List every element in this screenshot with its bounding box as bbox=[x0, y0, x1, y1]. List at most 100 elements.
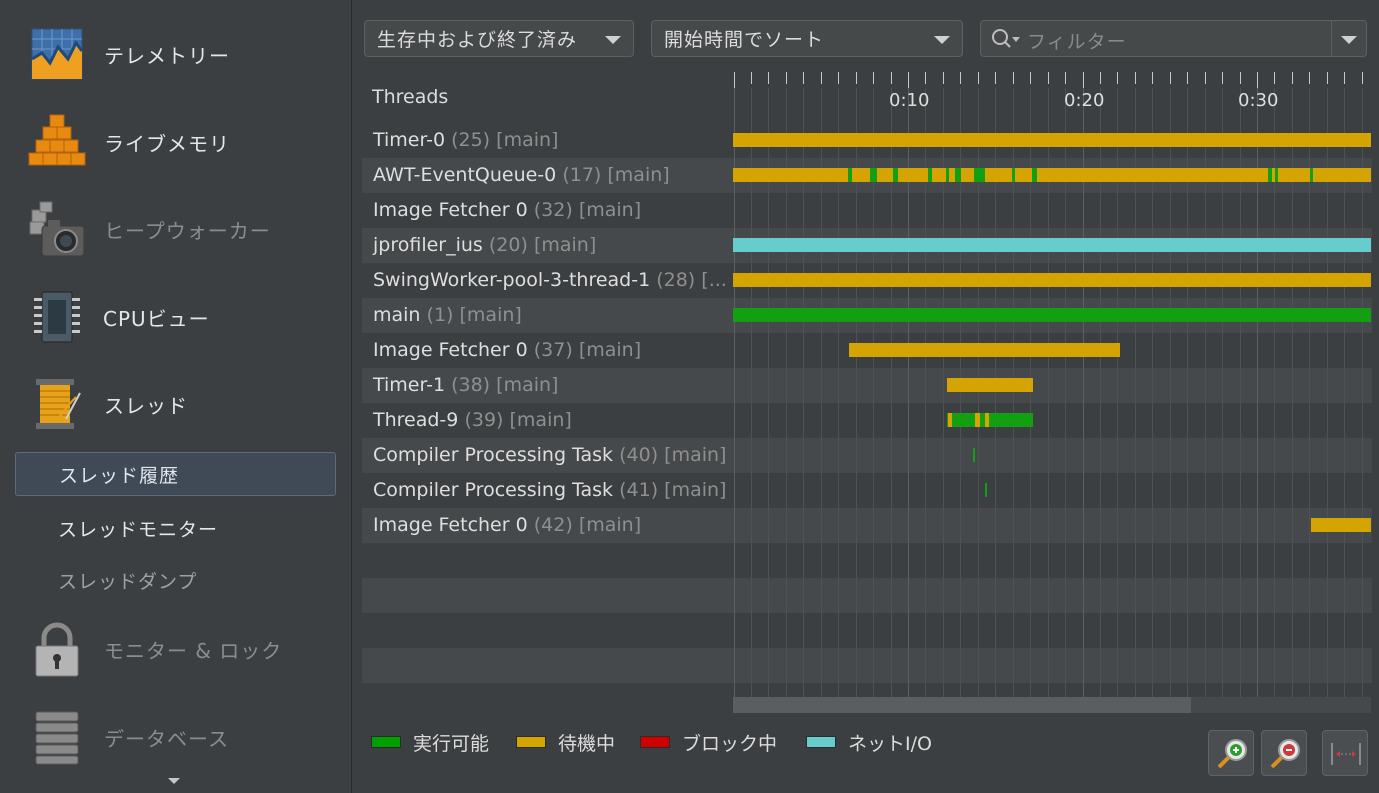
sidebar-item-live-memory[interactable]: ライブメモリ bbox=[0, 102, 351, 182]
chevron-down-icon[interactable] bbox=[1341, 36, 1357, 44]
thread-name: Image Fetcher 0 (37) [main] bbox=[373, 339, 641, 361]
time-tick bbox=[1083, 72, 1084, 88]
time-tick bbox=[1030, 72, 1031, 84]
live-memory-icon bbox=[28, 114, 86, 166]
filter-input[interactable]: フィルター bbox=[980, 20, 1367, 57]
thread-name-text: Compiler Processing Task bbox=[373, 444, 614, 466]
sidebar-scroll-down-icon[interactable] bbox=[168, 778, 180, 784]
thread-state-bar[interactable] bbox=[733, 308, 1371, 322]
sidebar-item-cpu-view[interactable]: CPUビュー bbox=[0, 277, 351, 357]
timeline-area[interactable]: 0:10 0:20 0:30 bbox=[733, 70, 1371, 697]
horizontal-scrollbar[interactable] bbox=[733, 697, 1371, 713]
zoom-in-icon bbox=[1217, 739, 1247, 769]
thread-id: (42) bbox=[533, 514, 573, 536]
time-tick bbox=[891, 72, 892, 84]
sidebar-item-label: モニター & ロック bbox=[104, 638, 283, 663]
thread-group: [main] bbox=[459, 304, 522, 326]
filter-placeholder: フィルター bbox=[1027, 31, 1127, 53]
thread-state-bar[interactable] bbox=[947, 413, 1033, 427]
thread-id: (25) bbox=[451, 129, 491, 151]
time-tick bbox=[1222, 72, 1223, 84]
sidebar-subitem-thread-dump[interactable]: スレッドダンプ bbox=[15, 558, 336, 602]
zoom-in-button[interactable] bbox=[1208, 730, 1254, 776]
time-tick bbox=[1274, 72, 1275, 84]
sidebar-subitem-thread-monitor[interactable]: スレッドモニター bbox=[15, 506, 336, 550]
time-tick bbox=[821, 72, 822, 84]
thread-name-text: Compiler Processing Task bbox=[373, 479, 614, 501]
chevron-down-icon bbox=[934, 36, 950, 44]
thread-state-bar[interactable] bbox=[946, 168, 949, 182]
fit-to-window-button[interactable] bbox=[1322, 730, 1368, 776]
time-tick bbox=[734, 72, 735, 88]
legend-swatch bbox=[806, 736, 836, 748]
thread-state-bar[interactable] bbox=[1310, 168, 1313, 182]
time-tick bbox=[856, 72, 857, 84]
thread-state-bar[interactable] bbox=[975, 413, 980, 427]
thread-state-bar[interactable] bbox=[733, 273, 1371, 287]
thread-name-text: main bbox=[373, 304, 421, 326]
thread-state-bar[interactable] bbox=[849, 343, 1120, 357]
thread-state-bar[interactable] bbox=[985, 413, 989, 427]
thread-id: (38) bbox=[451, 374, 491, 396]
sort-value: 開始時間でソート bbox=[664, 29, 825, 51]
threads-column-header[interactable]: Threads bbox=[372, 86, 448, 108]
time-tick bbox=[1048, 72, 1049, 84]
thread-id: (39) bbox=[464, 409, 504, 431]
time-tick bbox=[1170, 72, 1171, 84]
thread-state-bar[interactable] bbox=[733, 133, 1371, 147]
thread-group: [main] bbox=[664, 479, 727, 501]
time-tick bbox=[803, 72, 804, 84]
thread-state-bar[interactable] bbox=[1268, 168, 1272, 182]
time-tick bbox=[1117, 72, 1118, 84]
sidebar-item-databases[interactable]: データベース bbox=[0, 697, 351, 777]
thread-name-text: Thread-9 bbox=[373, 409, 459, 431]
thread-name: Compiler Processing Task (40) [main] bbox=[373, 444, 726, 466]
thread-state-bar[interactable] bbox=[928, 168, 932, 182]
thread-name-text: AWT-EventQueue-0 bbox=[373, 164, 557, 186]
thread-state-bar[interactable] bbox=[893, 168, 898, 182]
legend-label: 待機中 bbox=[558, 732, 616, 755]
zoom-out-button[interactable] bbox=[1261, 730, 1307, 776]
time-tick bbox=[908, 72, 909, 88]
thread-state-bar[interactable] bbox=[985, 483, 987, 497]
thread-state-bar[interactable] bbox=[947, 378, 1033, 392]
time-tick bbox=[1362, 72, 1363, 84]
thread-state-bar[interactable] bbox=[955, 168, 961, 182]
thread-state-bar[interactable] bbox=[848, 168, 852, 182]
thread-state-bar[interactable] bbox=[733, 238, 1371, 252]
sidebar-item-heap-walker[interactable]: ヒープウォーカー bbox=[0, 189, 351, 269]
sidebar-item-threads[interactable]: スレッド bbox=[0, 364, 351, 444]
thread-state-bar[interactable] bbox=[1012, 168, 1015, 182]
sidebar-item-monitors-locks[interactable]: モニター & ロック bbox=[0, 609, 351, 689]
thread-state-bar[interactable] bbox=[948, 413, 952, 427]
time-axis-label: 0:10 bbox=[889, 90, 930, 111]
thread-name: Image Fetcher 0 (42) [main] bbox=[373, 514, 641, 536]
sidebar-item-label: ライブメモリ bbox=[104, 131, 230, 156]
legend-item-blocked: ブロック中 bbox=[640, 730, 777, 755]
thread-name: Image Fetcher 0 (32) [main] bbox=[373, 199, 641, 221]
time-axis-label: 0:30 bbox=[1238, 90, 1279, 111]
thread-state-bar[interactable] bbox=[974, 168, 985, 182]
thread-state-bar[interactable] bbox=[973, 448, 975, 462]
time-tick bbox=[1240, 72, 1241, 84]
sidebar-item-label: CPUビュー bbox=[103, 306, 210, 331]
thread-group: [main] bbox=[578, 199, 642, 221]
thread-id: (17) bbox=[562, 164, 602, 186]
thread-group: [main] bbox=[578, 514, 642, 536]
time-tick bbox=[978, 72, 979, 84]
thread-state-bar[interactable] bbox=[870, 168, 877, 182]
sort-dropdown[interactable]: 開始時間でソート bbox=[651, 20, 963, 57]
thread-state-bar[interactable] bbox=[1032, 168, 1037, 182]
legend-item-waiting: 待機中 bbox=[516, 730, 616, 755]
thread-state-bar[interactable] bbox=[1275, 168, 1278, 182]
time-tick bbox=[1135, 72, 1136, 84]
sidebar-item-telemetry[interactable]: テレメトリー bbox=[0, 14, 351, 94]
scrollbar-thumb[interactable] bbox=[733, 697, 1191, 713]
thread-state-filter-dropdown[interactable]: 生存中および終了済み bbox=[364, 20, 634, 57]
lock-icon bbox=[35, 622, 79, 677]
sidebar-item-label: ヒープウォーカー bbox=[104, 218, 271, 243]
sidebar-item-label: テレメトリー bbox=[104, 43, 230, 68]
thread-group: [main] bbox=[664, 444, 727, 466]
sidebar-subitem-thread-history[interactable]: スレッド履歴 bbox=[15, 452, 336, 496]
thread-state-bar[interactable] bbox=[1311, 518, 1371, 532]
